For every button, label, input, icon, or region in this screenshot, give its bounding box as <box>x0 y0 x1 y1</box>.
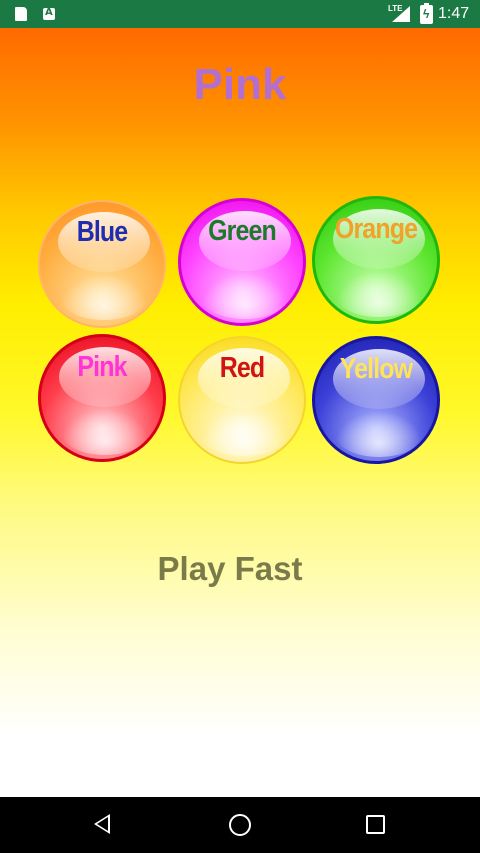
status-clock: 1:47 <box>438 5 470 22</box>
navigation-bar <box>0 797 480 853</box>
ball-label: Red <box>219 352 265 384</box>
ball-glow <box>201 273 289 319</box>
sd-card-icon <box>14 6 28 22</box>
ball-red-label[interactable]: Red <box>178 336 306 464</box>
home-icon[interactable] <box>229 814 251 836</box>
back-icon[interactable] <box>94 814 110 834</box>
ball-label: Green <box>208 215 277 247</box>
game-area: Pink Blue Green Orange Pink Red Yellow P… <box>0 28 480 797</box>
ball-label: Blue <box>76 216 128 248</box>
ball-label: Orange <box>334 213 418 245</box>
recents-icon[interactable] <box>366 815 385 834</box>
ball-orange-label[interactable]: Orange <box>312 196 440 324</box>
ball-label: Yellow <box>339 353 413 385</box>
ball-glow <box>60 274 148 320</box>
app-a-icon <box>42 6 56 22</box>
ball-label: Pink <box>77 351 127 383</box>
ball-glow <box>335 271 423 317</box>
ball-glow <box>335 411 423 457</box>
play-fast-button[interactable]: Play Fast <box>0 550 460 588</box>
battery-charging-icon: ϟ <box>420 3 433 24</box>
signal-icon <box>392 6 410 22</box>
status-bar: LTE ϟ 1:47 <box>0 0 480 28</box>
ball-green-label[interactable]: Green <box>178 198 306 326</box>
ball-glow <box>61 409 149 455</box>
ball-blue-label[interactable]: Blue <box>38 200 166 328</box>
target-color-title: Pink <box>193 60 287 109</box>
ball-yellow-label[interactable]: Yellow <box>312 336 440 464</box>
ball-glow <box>200 410 288 456</box>
ball-pink-label[interactable]: Pink <box>38 334 166 462</box>
